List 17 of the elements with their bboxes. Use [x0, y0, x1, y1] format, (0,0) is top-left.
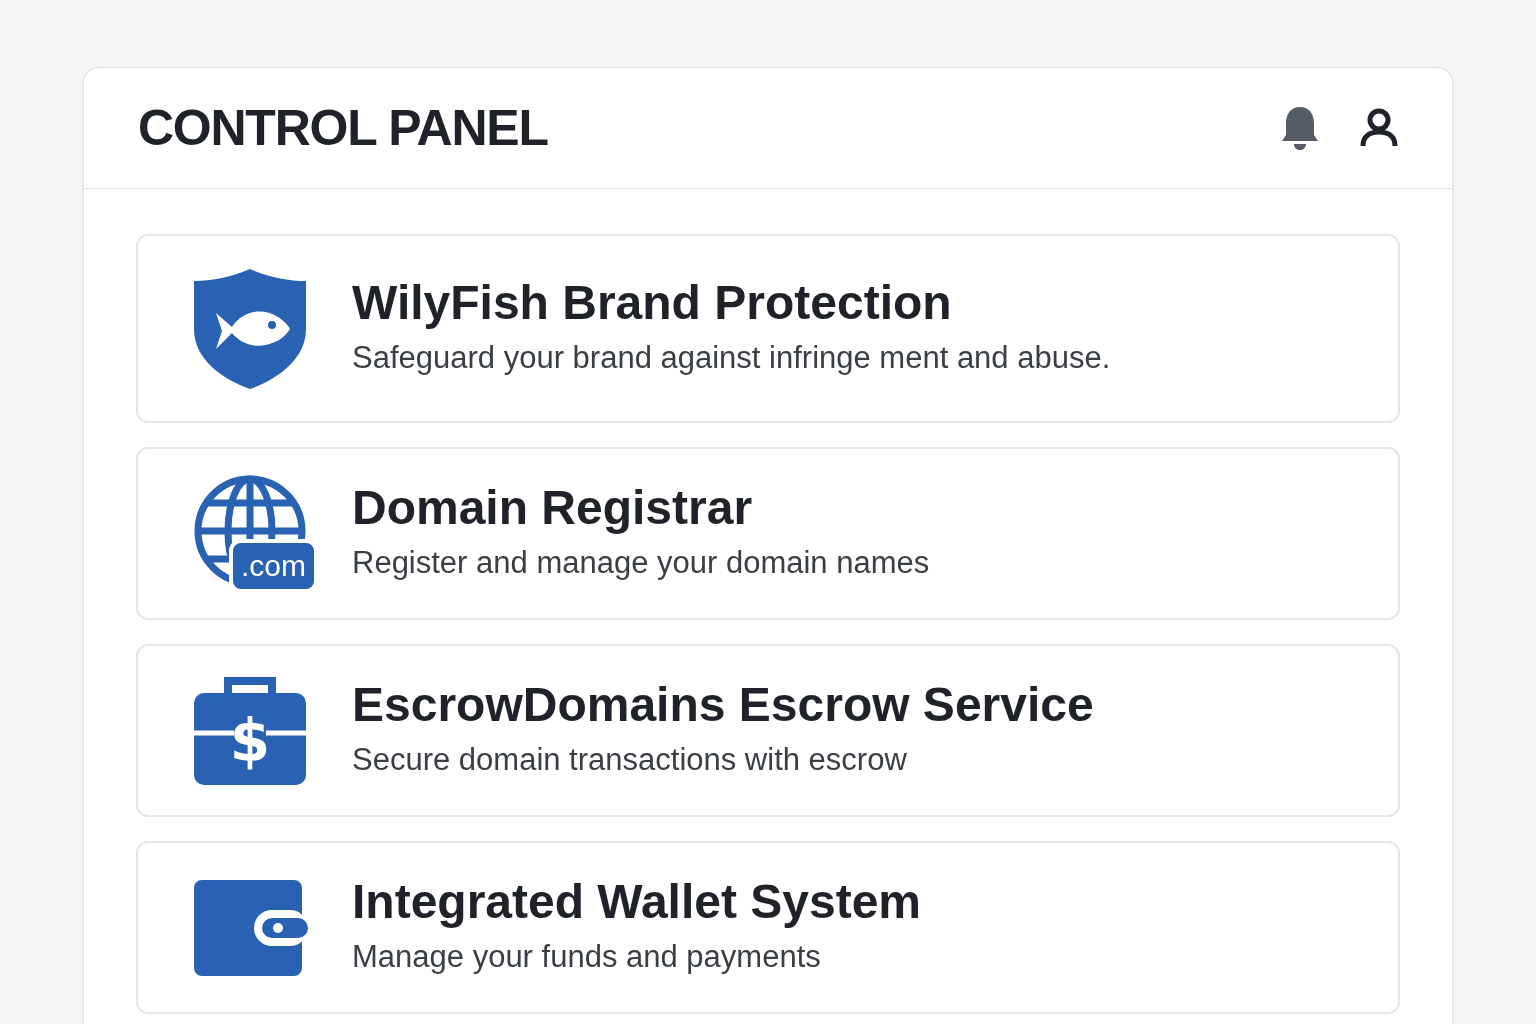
notification-bell-icon[interactable]: [1280, 105, 1320, 151]
wallet-icon: [192, 877, 310, 978]
user-profile-icon[interactable]: [1360, 108, 1398, 148]
service-title: Integrated Wallet System: [352, 878, 922, 927]
service-card[interactable]: Integrated Wallet System Manage your funds and payments: [136, 841, 1400, 1014]
service-card[interactable]: $ EscrowDomains Escrow Service Secure domain transactions with escrow: [136, 644, 1400, 817]
service-title: EscrowDomains Escrow Service: [352, 681, 1094, 730]
service-title: WilyFish Brand Protection: [352, 279, 953, 328]
service-card[interactable]: .com Domain Registrar Register and manage your domain names: [136, 447, 1400, 620]
service-description: Secure domain transactions with escrow: [352, 741, 908, 780]
panel-title: CONTROL PANEL: [138, 98, 548, 158]
service-description: Manage your funds and payments: [352, 938, 822, 977]
service-card[interactable]: WilyFish Brand Protection Safeguard your brand against infringe ment and abuse.: [136, 234, 1400, 423]
service-title: Domain Registrar: [352, 484, 754, 533]
service-description: Safeguard your brand against infringe ment and abuse.: [352, 339, 1111, 378]
shield-fish-icon: [192, 266, 308, 391]
service-description: Register and manage your domain names: [352, 544, 930, 583]
